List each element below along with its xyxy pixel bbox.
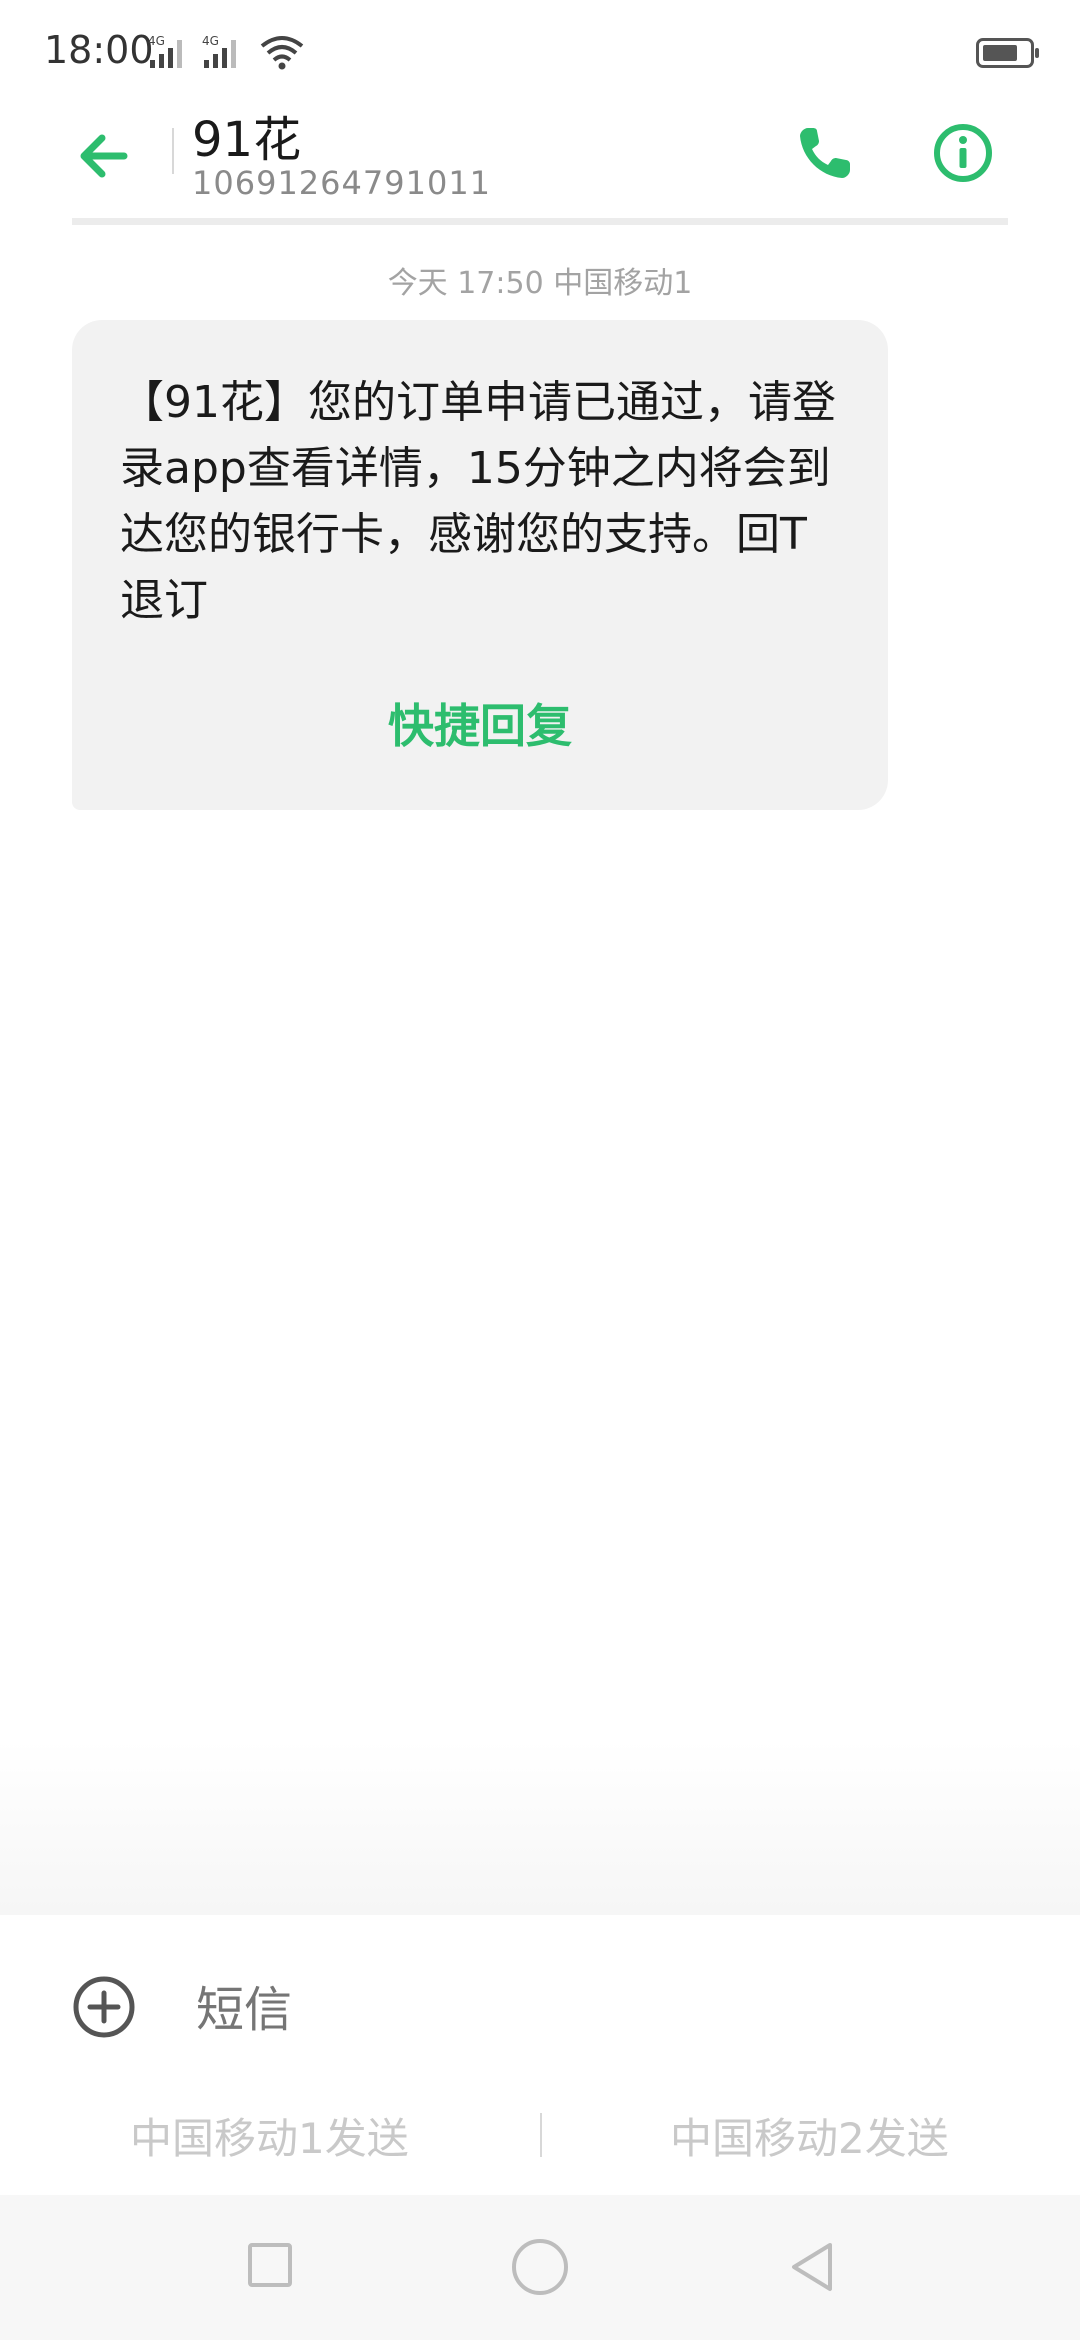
back-icon[interactable] [784,2239,840,2295]
compose-area: 中国移动1发送 中国移动2发送 [0,1915,1080,2195]
message-bubble[interactable]: 【91花】您的订单申请已通过，请登录app查看详情，15分钟之内将会到达您的银行… [72,320,888,810]
header-divider [172,128,174,174]
navigation-bar [0,2195,1080,2340]
recent-apps-icon[interactable] [248,2243,292,2287]
svg-text:4G: 4G [148,34,165,48]
signal-4g-icon: 4G [202,34,236,68]
contact-name: 91花 [192,112,302,168]
status-bar: 18:00 4G 4G [0,0,1080,100]
header-separator [72,218,1008,225]
send-divider [540,2113,542,2157]
svg-text:4G: 4G [202,34,219,48]
contact-number: 10691264791011 [192,164,492,202]
back-arrow-icon[interactable] [72,122,140,190]
bottom-fade [0,1740,1080,1915]
phone-icon[interactable] [790,118,860,188]
conversation-header: 91花 10691264791011 [0,100,1080,225]
signal-4g-icon: 4G [148,34,182,68]
sms-input[interactable] [196,1975,996,2045]
send-sim1-button[interactable]: 中国移动1发送 [130,2105,409,2166]
battery-icon [976,38,1039,68]
info-icon[interactable] [928,118,998,188]
status-time: 18:00 [44,28,154,72]
send-sim2-button[interactable]: 中国移动2发送 [670,2105,949,2166]
add-attachment-icon[interactable] [72,1975,136,2039]
message-text: 【91花】您的订单申请已通过，请登录app查看详情，15分钟之内将会到达您的银行… [120,377,836,626]
home-icon[interactable] [512,2239,568,2295]
wifi-icon [260,36,304,70]
message-timestamp: 今天 17:50 中国移动1 [387,266,693,301]
quick-reply-button[interactable]: 快捷回复 [72,690,888,756]
